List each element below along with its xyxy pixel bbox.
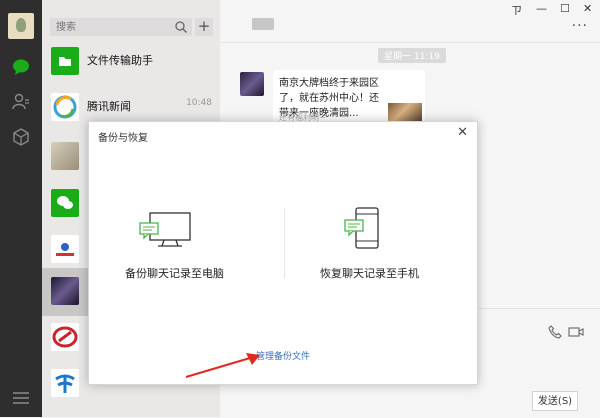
pin-button[interactable]: ㄗ bbox=[511, 2, 522, 18]
minimize-button[interactable]: — bbox=[536, 2, 547, 15]
contact-avatar bbox=[51, 277, 79, 305]
option-divider bbox=[284, 208, 285, 278]
manage-backup-files-link[interactable]: 管理备份文件 bbox=[256, 349, 310, 362]
chat-time: 10:48 bbox=[186, 98, 212, 108]
wechat-logo-icon bbox=[51, 189, 79, 217]
article-card[interactable]: 南京大牌档终于来园区了，就在苏州中心！还带来一座晚清园... 还有福利哟~ bbox=[273, 70, 425, 128]
phone-icon[interactable] bbox=[548, 325, 562, 339]
chat-title-blurred bbox=[252, 18, 274, 30]
sender-avatar[interactable] bbox=[240, 72, 264, 96]
backup-to-computer-option[interactable]: 备份聊天记录至电脑 bbox=[125, 265, 224, 281]
restore-to-phone-option[interactable]: 恢复聊天记录至手机 bbox=[320, 265, 419, 281]
search-icon[interactable] bbox=[174, 20, 188, 34]
message-timestamp: 星期一 11:19 bbox=[378, 48, 446, 63]
annotation-arrow-icon bbox=[185, 353, 260, 379]
contact-avatar bbox=[51, 142, 79, 170]
chat-name: 腾讯新闻 bbox=[87, 100, 131, 113]
brand-logo-icon bbox=[51, 323, 79, 351]
news-logo-icon bbox=[51, 93, 79, 121]
search-input[interactable] bbox=[56, 19, 174, 35]
search-box[interactable] bbox=[50, 18, 192, 36]
phone-device-icon[interactable] bbox=[342, 206, 392, 252]
user-avatar[interactable] bbox=[8, 13, 34, 39]
video-call-icon[interactable] bbox=[568, 325, 584, 339]
chat-icon[interactable] bbox=[11, 57, 31, 77]
backup-restore-dialog: 备份与恢复 ✕ 备份聊天记录至电脑 恢复聊天记录至手机 管理备份文件 bbox=[88, 121, 478, 385]
more-options-icon[interactable]: ··· bbox=[572, 18, 588, 34]
nav-bar bbox=[0, 0, 42, 417]
maximize-button[interactable]: ☐ bbox=[560, 2, 570, 15]
folder-icon bbox=[51, 47, 79, 75]
computer-icon[interactable] bbox=[138, 211, 198, 251]
favorites-box-icon[interactable] bbox=[11, 127, 31, 147]
dialog-title: 备份与恢复 bbox=[98, 133, 148, 144]
contacts-icon[interactable] bbox=[11, 92, 31, 112]
telecom-logo-icon bbox=[51, 369, 79, 397]
chat-name: 文件传输助手 bbox=[87, 54, 153, 67]
menu-icon[interactable] bbox=[12, 391, 30, 405]
close-window-button[interactable]: ✕ bbox=[583, 2, 592, 15]
dialog-close-button[interactable]: ✕ bbox=[457, 125, 468, 140]
add-chat-button[interactable]: + bbox=[195, 18, 213, 36]
chat-item-file-transfer[interactable]: 文件传输助手 bbox=[42, 38, 220, 86]
baidu-logo-icon bbox=[51, 235, 79, 263]
send-button[interactable]: 发送(S) bbox=[532, 391, 578, 411]
chat-header: ㄗ — ☐ ✕ ··· bbox=[220, 0, 600, 43]
